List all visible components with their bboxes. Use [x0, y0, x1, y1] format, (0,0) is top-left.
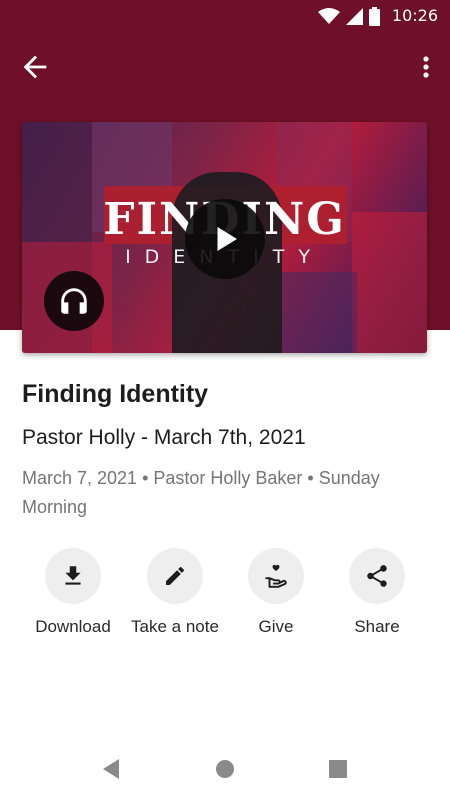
- sermon-subtitle: Pastor Holly - March 7th, 2021: [22, 426, 306, 449]
- battery-icon: [369, 7, 380, 26]
- audio-only-button[interactable]: [44, 271, 104, 331]
- action-row: Download Take a note Give Share: [0, 548, 450, 648]
- give-icon: [265, 564, 287, 588]
- share-label: Share: [354, 617, 400, 636]
- sermon-meta: March 7, 2021 • Pastor Holly Baker • Sun…: [22, 468, 380, 517]
- circle-home-icon: [216, 760, 234, 778]
- share-icon: [367, 565, 387, 587]
- nav-back-button[interactable]: [101, 758, 121, 785]
- take-note-button[interactable]: Take a note: [120, 548, 230, 637]
- nav-recents-button[interactable]: [328, 758, 348, 785]
- download-label: Download: [35, 617, 111, 636]
- take-note-circle: [147, 548, 203, 604]
- give-label: Give: [258, 617, 294, 636]
- triangle-back-icon: [103, 759, 119, 779]
- share-button[interactable]: Share: [322, 548, 432, 637]
- download-button[interactable]: Download: [18, 548, 128, 637]
- artwork-tile: [277, 272, 357, 353]
- status-time: 10:26: [391, 6, 438, 25]
- share-circle: [349, 548, 405, 604]
- download-circle: [45, 548, 101, 604]
- play-icon: [217, 227, 237, 251]
- give-circle: [248, 548, 304, 604]
- app-bar: [0, 44, 450, 88]
- system-nav-bar: [0, 740, 450, 800]
- download-icon: [65, 566, 81, 585]
- wifi-icon: [318, 8, 340, 24]
- status-bar: 10:26: [0, 0, 450, 32]
- arrow-back-icon: [23, 55, 47, 79]
- back-button[interactable]: [18, 50, 52, 84]
- square-recents-icon: [329, 760, 347, 778]
- give-button[interactable]: Give: [221, 548, 331, 637]
- cell-signal-icon: [346, 8, 363, 25]
- sermon-title: Finding Identity: [22, 380, 209, 408]
- media-player[interactable]: FINDING IDENTITY: [22, 122, 427, 353]
- more-vert-icon: [423, 56, 429, 78]
- more-options-button[interactable]: [416, 50, 436, 84]
- status-icons: [318, 7, 380, 26]
- play-button[interactable]: [185, 199, 265, 279]
- pencil-icon: [166, 566, 185, 585]
- nav-home-button[interactable]: [215, 758, 235, 785]
- headphones-icon: [61, 288, 87, 314]
- take-note-label: Take a note: [131, 617, 219, 636]
